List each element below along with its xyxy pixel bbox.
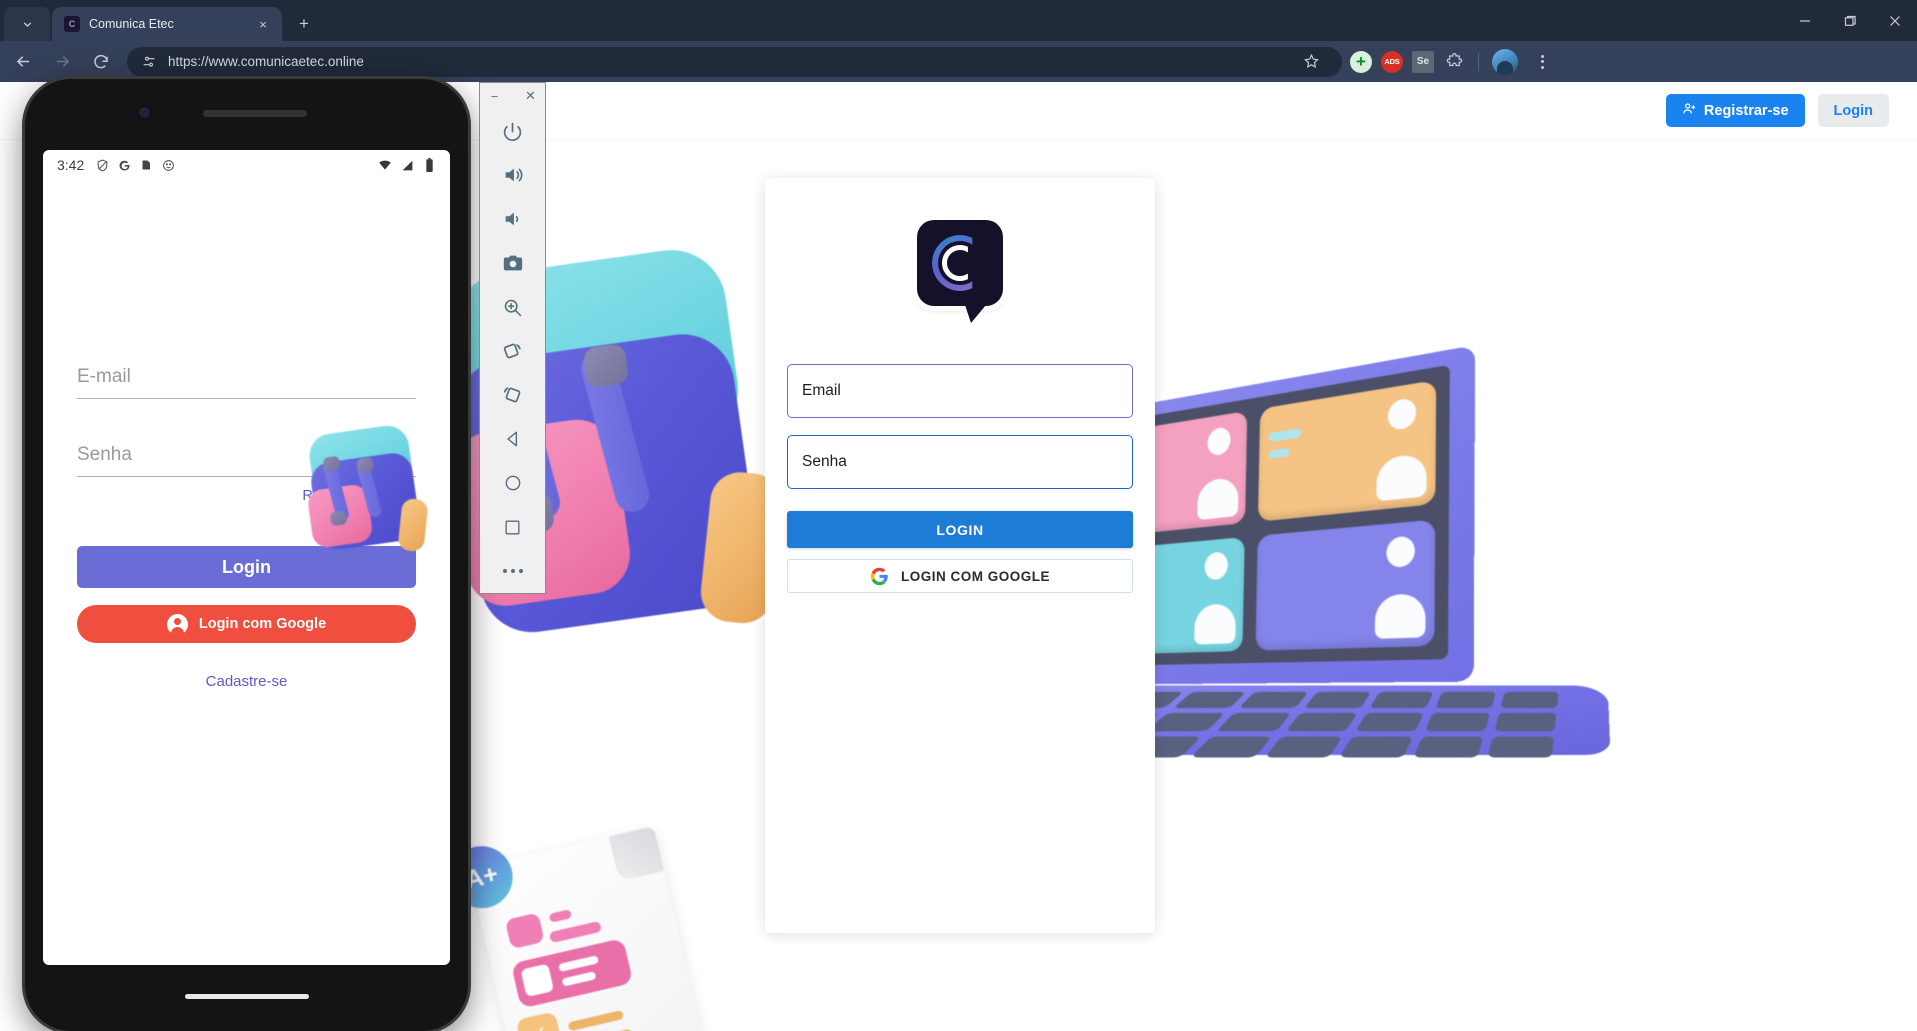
comunica-logo: [917, 220, 1003, 323]
profile-avatar[interactable]: [1492, 48, 1518, 75]
ads-blocker-icon[interactable]: ADS: [1381, 50, 1403, 73]
address-bar[interactable]: https://www.comunicaetec.online: [127, 46, 1342, 77]
status-time: 3:42: [57, 157, 85, 173]
smiley-icon: [161, 158, 175, 172]
toolbar-divider: [1478, 52, 1479, 71]
back-button-icon[interactable]: [7, 46, 39, 78]
google-login-button[interactable]: LOGIN COM GOOGLE: [787, 559, 1133, 593]
front-camera-icon: [137, 105, 152, 120]
power-icon[interactable]: [480, 109, 545, 153]
zoom-icon[interactable]: [480, 285, 545, 329]
signal-icon: [400, 158, 414, 172]
back-nav-icon[interactable]: [480, 417, 545, 461]
volume-up-icon[interactable]: [480, 153, 545, 197]
phone-status-bar: 3:42: [43, 150, 450, 180]
document-illustration: ✓ A+: [444, 798, 755, 1031]
url-text: https://www.comunicaetec.online: [168, 54, 364, 69]
wifi-icon: [378, 158, 392, 172]
chrome-menu-icon[interactable]: [1528, 48, 1556, 76]
emulator-close-button[interactable]: ✕: [523, 88, 539, 104]
login-submit-button[interactable]: LOGIN: [787, 511, 1133, 548]
phone-login-button[interactable]: Login: [77, 546, 416, 588]
new-tab-button[interactable]: +: [290, 10, 318, 38]
puzzle-extensions-icon[interactable]: [1443, 51, 1465, 73]
close-tab-icon[interactable]: ×: [254, 15, 272, 33]
maximize-window-button[interactable]: [1827, 0, 1872, 41]
overview-nav-icon[interactable]: [480, 505, 545, 549]
tab-title: Comunica Etec: [89, 17, 174, 31]
register-button-label: Registrar-se: [1703, 102, 1789, 119]
phone-screen: 3:42 E-mail Senha Login Login com Google…: [43, 150, 450, 965]
note-icon: [139, 158, 153, 172]
header-login-button[interactable]: Login: [1817, 94, 1889, 127]
close-window-button[interactable]: [1872, 0, 1917, 41]
earpiece-speaker: [203, 110, 307, 117]
rotate-right-icon[interactable]: [480, 373, 545, 417]
backpack-illustration: [415, 228, 806, 662]
google-icon: [117, 158, 131, 172]
shield-icon: [95, 158, 109, 172]
video-tile-orange: [1257, 379, 1437, 522]
extensions-row: + ADS Se: [1350, 48, 1518, 75]
gesture-nav-pill[interactable]: [184, 994, 309, 999]
phone-app-body: E-mail Senha Recuperar Senha Login Login…: [43, 355, 450, 965]
phone-google-login-label: Login com Google: [198, 616, 327, 632]
more-icon[interactable]: [480, 549, 545, 593]
google-g-icon: [870, 567, 889, 586]
browser-toolbar: https://www.comunicaetec.online + ADS Se: [0, 41, 1917, 82]
battery-icon: [422, 158, 436, 172]
phone-email-input[interactable]: E-mail: [77, 355, 416, 399]
screenshot-camera-icon[interactable]: [480, 241, 545, 285]
forward-button-icon[interactable]: [46, 46, 78, 78]
bookmark-star-icon[interactable]: [1298, 49, 1324, 75]
window-controls: [1782, 0, 1917, 41]
browser-titlebar: C Comunica Etec × +: [0, 0, 1917, 41]
rotate-left-icon[interactable]: [480, 329, 545, 373]
android-emulator-device: 3:42 E-mail Senha Login Login com Google…: [25, 79, 468, 1031]
site-settings-icon[interactable]: [139, 52, 158, 71]
emulator-window-controls: − ✕: [480, 83, 545, 109]
tab-favicon-icon: C: [64, 16, 80, 32]
emulator-minimize-button[interactable]: −: [487, 88, 503, 104]
reload-button-icon[interactable]: [85, 46, 117, 78]
browser-tab[interactable]: C Comunica Etec ×: [52, 7, 282, 41]
email-input[interactable]: Email: [787, 364, 1133, 418]
minimize-window-button[interactable]: [1782, 0, 1827, 41]
login-card: Email Senha LOGIN LOGIN COM GOOGLE: [765, 178, 1155, 933]
register-button[interactable]: Registrar-se: [1665, 94, 1805, 127]
phone-backpack-illustration: [294, 417, 439, 554]
add-extension-icon[interactable]: +: [1350, 50, 1372, 73]
home-nav-icon[interactable]: [480, 461, 545, 505]
person-add-icon: [1682, 101, 1697, 120]
phone-google-login-button[interactable]: Login com Google: [77, 605, 416, 643]
tab-search-chevron-icon[interactable]: [4, 7, 50, 41]
google-login-label: LOGIN COM GOOGLE: [901, 568, 1050, 584]
phone-signup-link[interactable]: Cadastre-se: [77, 673, 416, 690]
person-circle-icon: [166, 613, 188, 635]
password-input[interactable]: Senha: [787, 435, 1133, 489]
emulator-toolbar: − ✕: [479, 82, 546, 594]
logo-wrapper: [787, 220, 1133, 323]
selenium-extension-icon[interactable]: Se: [1412, 50, 1434, 73]
volume-down-icon[interactable]: [480, 197, 545, 241]
video-tile-purple: [1255, 519, 1436, 651]
